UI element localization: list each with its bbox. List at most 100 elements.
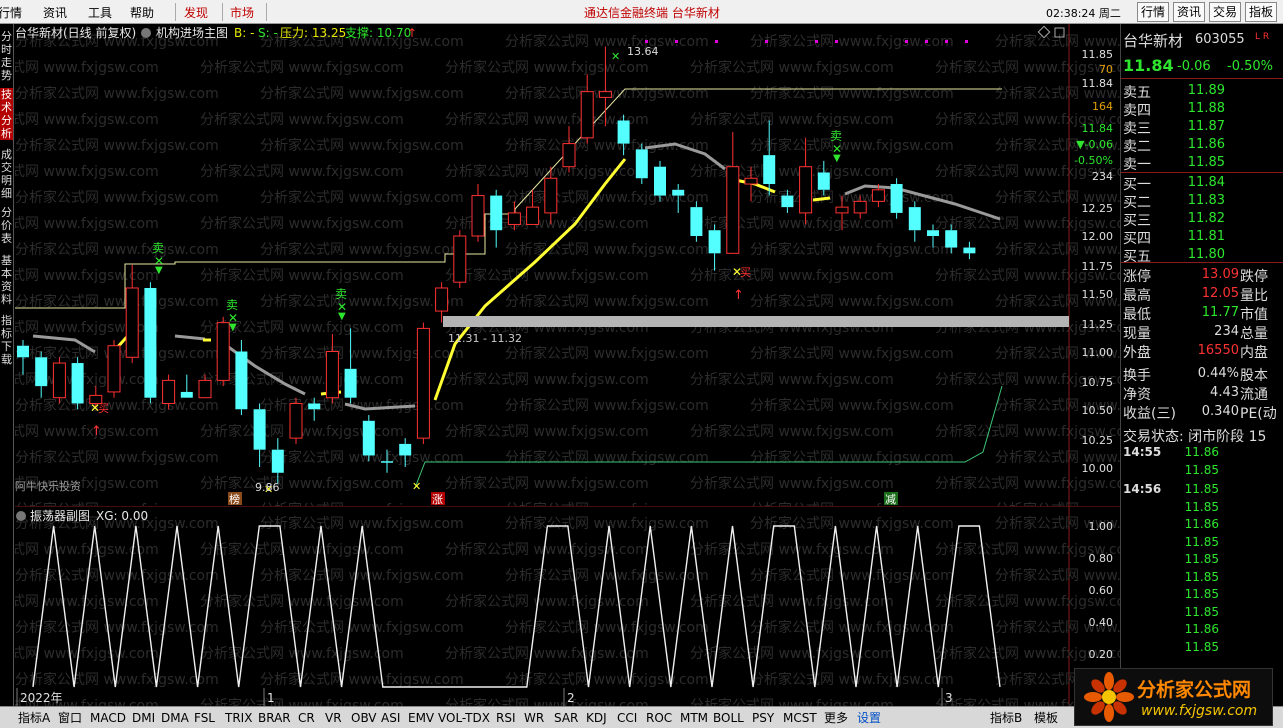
candle	[708, 224, 721, 271]
menu-tools[interactable]: 工具	[88, 4, 112, 21]
candle-body	[435, 287, 449, 312]
nav-price-table[interactable]: 分价表	[0, 206, 13, 245]
indicator-menu-icon[interactable]	[141, 28, 151, 38]
watermark-text: 分析家公式网 www.fxjgsw.com	[690, 645, 894, 662]
indicator-tab[interactable]: MTM	[680, 709, 708, 727]
nav-indicator-download[interactable]: 指标下载	[0, 314, 13, 366]
indicator-tab[interactable]: DMA	[161, 709, 189, 727]
price-tick: 10.00	[1082, 462, 1114, 475]
candle	[453, 230, 467, 288]
board-button[interactable]: 指板	[1245, 2, 1278, 22]
date-label: 1	[267, 691, 275, 705]
watermark-text: 分析家公式网 www.fxjgsw.com	[445, 645, 649, 662]
support-zone-band	[443, 316, 1069, 327]
indicator-tab[interactable]: 更多	[824, 709, 848, 727]
indicator-tab[interactable]: 窗口	[58, 709, 82, 727]
watermark-text: 分析家公式网 www.fxjgsw.com	[505, 33, 709, 50]
divider	[1121, 262, 1283, 263]
candle-body	[690, 207, 703, 236]
axis-extra-label: 11.84	[1082, 122, 1114, 135]
candle	[471, 184, 485, 242]
indicator-tab[interactable]: VR	[325, 709, 342, 727]
menu-news[interactable]: 资讯	[43, 4, 67, 21]
watermark-text: 分析家公式网 www.fxjgsw.com	[505, 293, 709, 310]
indicator-tab[interactable]: ROC	[646, 709, 672, 727]
signal-dot	[925, 40, 928, 43]
watermark-text: 分析家公式网 www.fxjgsw.com	[750, 33, 954, 50]
watermark-text: 分析家公式网 www.fxjgsw.com	[750, 397, 954, 414]
indicator-tab[interactable]: VOL-TDX	[438, 709, 490, 727]
stat-label: 换手	[1123, 368, 1151, 384]
axis-extra-label: ▼-0.06	[1076, 138, 1113, 151]
logo-text: 分析家公式网	[1137, 679, 1252, 701]
bid-price: 11.83	[1187, 193, 1225, 208]
nav-fundamentals[interactable]: 基本资料	[0, 254, 13, 306]
news-button[interactable]: 资讯	[1173, 2, 1206, 22]
indicator-tab[interactable]: CR	[298, 709, 315, 727]
indicator-tab[interactable]: KDJ	[586, 709, 607, 727]
indicator-name[interactable]: 机构进场主图	[156, 25, 228, 40]
indicator-tab[interactable]: DMI	[132, 709, 155, 727]
watermark-text: 分析家公式网 www.fxjgsw.com	[15, 567, 219, 584]
stat-label-right: 内盘	[1240, 345, 1268, 361]
watermark-text: 分析家公式网 www.fxjgsw.com	[750, 293, 954, 310]
signal-dot	[645, 40, 648, 43]
indicator-tab[interactable]: CCI	[617, 709, 637, 727]
signal-dot	[835, 40, 838, 43]
menu-help[interactable]: 帮助	[130, 4, 154, 21]
stat-label: 净资	[1123, 387, 1151, 403]
indicator-tab[interactable]: TRIX	[225, 709, 252, 727]
sell-label: 卖	[830, 129, 842, 143]
indicator-tab[interactable]: SAR	[554, 709, 578, 727]
bid-price: 11.82	[1187, 211, 1225, 226]
indicator-tab[interactable]: 指标A	[18, 709, 50, 727]
zone-label: 11.31 - 11.32	[448, 332, 522, 345]
indicator-tab[interactable]: PSY	[752, 709, 774, 727]
watermark-text: 分析家公式网 www.fxjgsw.com	[750, 515, 954, 532]
tag-label: 减	[885, 493, 896, 506]
support-value: 支撑: 10.70	[345, 25, 411, 40]
watermark-text: 分析家公式网 www.fxjgsw.com	[690, 215, 894, 232]
indicator-tab[interactable]: 设置	[857, 709, 881, 727]
trade-button[interactable]: 交易	[1209, 2, 1242, 22]
watermark-text: 分析家公式网 www.fxjgsw.com	[750, 137, 954, 154]
candle-body	[125, 287, 139, 358]
indicator-tab[interactable]: EMV	[408, 709, 434, 727]
watermark-text: 分析家公式网 www.fxjgsw.com	[995, 241, 1120, 258]
indicator-tab[interactable]: MCST	[783, 709, 817, 727]
watermark-text: 分析家公式网 www.fxjgsw.com	[505, 449, 709, 466]
indicator-tab[interactable]: 指标B	[990, 709, 1022, 727]
nav-intraday[interactable]: 分时走势	[0, 30, 13, 82]
indicator-tab[interactable]: 模板	[1034, 709, 1058, 727]
indicator-tab[interactable]: BRAR	[258, 709, 291, 727]
nav-trade-detail[interactable]: 成交明细	[0, 148, 13, 200]
tick-price: 11.85	[1184, 604, 1219, 619]
oscillator-menu-icon[interactable]	[16, 511, 26, 521]
menu-quotes[interactable]: 行情	[0, 4, 22, 21]
watermark-text: 分析家公式网 www.fxjgsw.com	[15, 59, 159, 76]
menu-market[interactable]: 市场	[230, 4, 254, 21]
indicator-tab[interactable]: ASI	[381, 709, 400, 727]
indicator-tab[interactable]: BOLL	[713, 709, 744, 727]
watermark-text: 分析家公式网 www.fxjgsw.com	[15, 293, 219, 310]
indicator-tab[interactable]: OBV	[351, 709, 377, 727]
candle-body	[507, 212, 521, 225]
indicator-tab[interactable]: RSI	[496, 709, 516, 727]
ask-price: 11.88	[1187, 101, 1225, 116]
menu-discover[interactable]: 发现	[184, 4, 208, 21]
nav-technical[interactable]: 技术分析	[0, 88, 13, 140]
tick-price: 11.85	[1184, 552, 1219, 566]
indicator-tab[interactable]: WR	[524, 709, 544, 727]
watermark-text: 分析家公式网 www.fxjgsw.com	[260, 241, 464, 258]
candle-body	[526, 206, 540, 225]
indicator-tab[interactable]: MACD	[90, 709, 126, 727]
main-chart[interactable]: 分析家公式网 www.fxjgsw.com 分析家公式网 www.fxjgsw.c…	[15, 24, 1120, 506]
oscillator-chart[interactable]: 分析家公式网 www.fxjgsw.com 分析家公式网 www.fxjgsw.c…	[15, 506, 1120, 706]
quotes-button[interactable]: 行情	[1137, 2, 1170, 22]
osc-tick: 1.00	[1089, 520, 1114, 533]
indicator-tab[interactable]: FSL	[194, 709, 215, 727]
watermark-text: 分析家公式网 www.fxjgsw.com	[200, 111, 404, 128]
bid-price: 11.81	[1187, 229, 1225, 244]
watermark-text: 分析家公式网 www.fxjgsw.com	[15, 111, 159, 128]
watermark-text: 分析家公式网 www.fxjgsw.com	[15, 423, 159, 440]
